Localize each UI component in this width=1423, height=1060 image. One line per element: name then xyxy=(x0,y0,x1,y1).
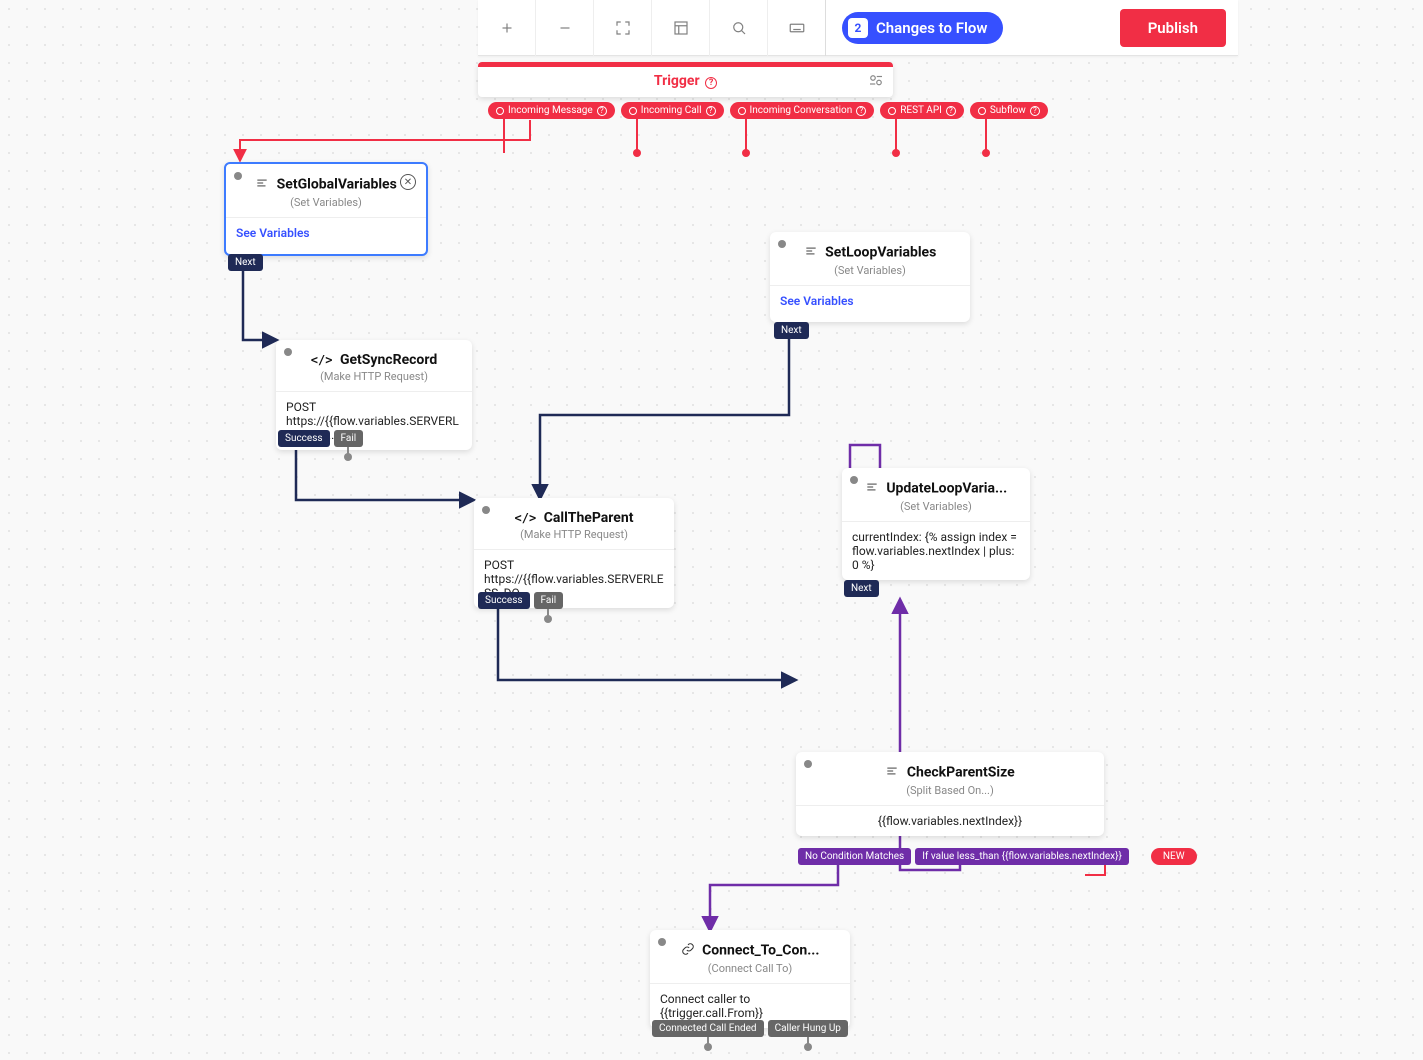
set-variables-icon xyxy=(804,244,818,262)
drag-handle-icon[interactable] xyxy=(284,348,292,356)
changes-to-flow-button[interactable]: 2 Changes to Flow xyxy=(842,12,1003,44)
transition-caller-hung-up[interactable]: Caller Hung Up xyxy=(768,1020,848,1037)
transition-fail[interactable]: Fail xyxy=(334,430,364,447)
trigger-incoming-call[interactable]: Incoming Call? xyxy=(621,102,724,119)
drag-handle-icon[interactable] xyxy=(804,760,812,768)
connector-layer xyxy=(0,0,1423,1060)
http-icon: </> xyxy=(515,511,537,525)
layout-button[interactable] xyxy=(652,0,710,56)
transition-next[interactable]: Next xyxy=(844,580,879,597)
widget-set-global-variables[interactable]: ✕ SetGlobalVariables (Set Variables) See… xyxy=(224,162,428,256)
widget-subtitle: (Split Based On...) xyxy=(796,784,1104,806)
see-variables-link[interactable]: See Variables xyxy=(770,286,970,322)
widget-title: SetLoopVariables xyxy=(825,245,936,261)
widget-title: Connect_To_Con... xyxy=(702,943,819,959)
trigger-title: Trigger xyxy=(654,73,700,89)
connect-call-icon xyxy=(681,942,695,960)
drag-handle-icon[interactable] xyxy=(658,938,666,946)
transition-success[interactable]: Success xyxy=(278,430,330,447)
widget-title: UpdateLoopVaria... xyxy=(886,481,1007,497)
widget-update-loop-variables[interactable]: UpdateLoopVaria... (Set Variables) curre… xyxy=(842,468,1030,580)
drag-handle-icon[interactable] xyxy=(778,240,786,248)
transition-condition[interactable]: If value less_than {{flow.variables.next… xyxy=(915,848,1129,865)
trigger-incoming-message[interactable]: Incoming Message? xyxy=(488,102,615,119)
widget-title: CheckParentSize xyxy=(907,765,1015,781)
widget-body: currentIndex: {% assign index = flow.var… xyxy=(842,522,1030,580)
widget-title: GetSyncRecord xyxy=(340,352,437,368)
trigger-rest-api[interactable]: REST API? xyxy=(880,102,964,119)
widget-subtitle: (Set Variables) xyxy=(226,196,426,218)
transition-fail[interactable]: Fail xyxy=(534,592,564,609)
widget-body: {{flow.variables.nextIndex}} xyxy=(796,806,1104,836)
widget-subtitle: (Make HTTP Request) xyxy=(474,528,674,550)
widget-subtitle: (Connect Call To) xyxy=(650,962,850,984)
widget-check-parent-size[interactable]: CheckParentSize (Split Based On...) {{fl… xyxy=(796,752,1104,836)
http-icon: </> xyxy=(311,353,333,367)
set-variables-icon xyxy=(255,176,269,194)
keyboard-button[interactable] xyxy=(768,0,826,56)
zoom-in-button[interactable] xyxy=(478,0,536,56)
drag-handle-icon[interactable] xyxy=(850,476,858,484)
widget-subtitle: (Make HTTP Request) xyxy=(276,370,472,392)
settings-icon[interactable] xyxy=(867,72,885,86)
widget-connect-to-con[interactable]: Connect_To_Con... (Connect Call To) Conn… xyxy=(650,930,850,1028)
transition-new[interactable]: NEW xyxy=(1151,848,1197,865)
transition-next[interactable]: Next xyxy=(228,254,263,271)
widget-title: CallTheParent xyxy=(544,510,634,526)
set-variables-icon xyxy=(865,480,879,498)
trigger-pill-row: Incoming Message? Incoming Call? Incomin… xyxy=(488,102,1048,119)
close-icon[interactable]: ✕ xyxy=(400,174,416,190)
widget-subtitle: (Set Variables) xyxy=(770,264,970,286)
trigger-widget[interactable]: Trigger ? xyxy=(478,62,893,97)
toolbar: 2 Changes to Flow Publish xyxy=(478,0,1238,56)
widget-subtitle: (Set Variables) xyxy=(842,500,1030,522)
transition-next[interactable]: Next xyxy=(774,322,809,339)
split-icon xyxy=(885,764,899,782)
changes-label: Changes to Flow xyxy=(876,19,987,37)
drag-handle-icon[interactable] xyxy=(234,172,242,180)
publish-button[interactable]: Publish xyxy=(1120,9,1226,47)
widget-title: SetGlobalVariables xyxy=(277,177,397,193)
transition-success[interactable]: Success xyxy=(478,592,530,609)
fullscreen-button[interactable] xyxy=(594,0,652,56)
zoom-out-button[interactable] xyxy=(536,0,594,56)
trigger-subflow[interactable]: Subflow? xyxy=(970,102,1048,119)
see-variables-link[interactable]: See Variables xyxy=(226,218,426,254)
drag-handle-icon[interactable] xyxy=(482,506,490,514)
help-icon[interactable]: ? xyxy=(705,77,717,89)
trigger-incoming-conversation[interactable]: Incoming Conversation? xyxy=(730,102,875,119)
transition-no-condition[interactable]: No Condition Matches xyxy=(798,848,911,865)
widget-set-loop-variables[interactable]: SetLoopVariables (Set Variables) See Var… xyxy=(770,232,970,322)
search-button[interactable] xyxy=(710,0,768,56)
transition-connected-call-ended[interactable]: Connected Call Ended xyxy=(652,1020,764,1037)
changes-count-badge: 2 xyxy=(848,18,868,38)
